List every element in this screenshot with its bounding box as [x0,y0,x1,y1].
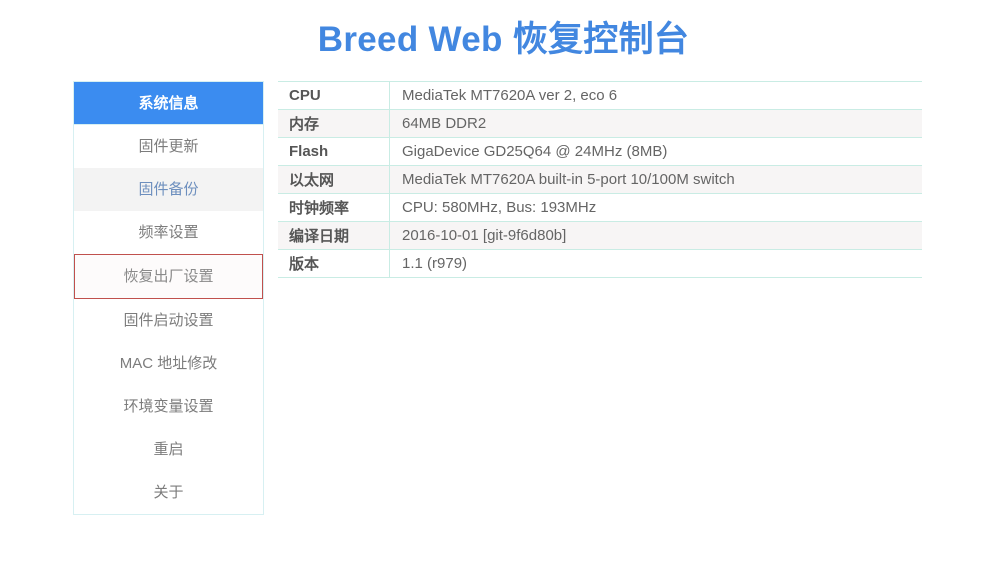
sidebar-item-mac-address[interactable]: MAC 地址修改 [74,342,263,385]
page-root: Breed Web 恢复控制台 系统信息固件更新固件备份频率设置恢复出厂设置 固件… [0,0,1007,582]
table-cell-value: 2016-10-01 [git-9f6d80b] [389,221,922,250]
table-cell-key: 编译日期 [278,221,390,250]
sidebar-item-boot-settings[interactable]: 固件启动设置 [74,299,263,342]
sidebar-item-label: 重启 [153,441,184,458]
table-row: 以太网 MediaTek MT7620A built-in 5-port 10/1… [278,165,922,194]
sidebar-item-firmware-backup[interactable]: 固件备份 [74,168,263,211]
sidebar-item-label: MAC 地址修改 [119,355,218,372]
sidebar-item-system-info[interactable]: 系统信息 [74,82,263,125]
sidebar-item-label: 关于 [153,484,184,501]
table-cell-value: 64MB DDR2 [389,109,922,138]
sidebar-item-firmware-update[interactable]: 固件更新 [74,125,263,168]
table-cell-value: MediaTek MT7620A built-in 5-port 10/100M… [389,165,922,194]
sidebar-item-reboot[interactable]: 重启 [74,428,263,471]
sidebar-item-label: 恢复出厂设置 [123,268,214,285]
sidebar-item-label: 环境变量设置 [123,398,214,415]
table-cell-key: 版本 [278,249,390,278]
table-cell-value: GigaDevice GD25Q64 @ 24MHz (8MB) [389,137,922,166]
sidebar-item-clock-settings[interactable]: 频率设置 [74,211,263,254]
table-row: Flash GigaDevice GD25Q64 @ 24MHz (8MB) [278,137,922,166]
page-title: Breed Web 恢复控制台 [317,20,690,59]
sidebar-item-label: 频率设置 [138,224,199,241]
table-row: 版本 1.1 (r979) [278,249,922,278]
table-cell-key: Flash [278,137,390,166]
sidebar-item-label: 系统信息 [138,95,199,112]
table-cell-value: 1.1 (r979) [389,249,922,278]
table-row: 内存 64MB DDR2 [278,109,922,138]
table-row: 编译日期 2016-10-01 [git-9f6d80b] [278,221,922,250]
table-row: CPU MediaTek MT7620A ver 2, eco 6 [278,81,922,110]
sidebar-nav: 系统信息固件更新固件备份频率设置恢复出厂设置 固件启动设置 MAC 地址修改 环境变量… [73,81,264,515]
sidebar-item-label: 固件备份 [138,181,199,198]
sidebar-item-environment-vars[interactable]: 环境变量设置 [74,385,263,428]
sidebar-item-about[interactable]: 关于 [74,471,263,514]
table-cell-value: MediaTek MT7620A ver 2, eco 6 [389,81,922,110]
table-cell-key: 内存 [278,109,390,138]
table-cell-key: 时钟频率 [278,193,390,222]
sidebar-item-factory-reset[interactable]: 恢复出厂设置 [74,254,263,299]
sidebar-item-label: 固件启动设置 [123,312,214,329]
table-row: 时钟频率 CPU: 580MHz, Bus: 193MHz [278,193,922,222]
system-info-table: CPU MediaTek MT7620A ver 2, eco 6 内存 64MB D… [278,81,922,278]
table-cell-key: CPU [278,81,390,110]
sidebar-item-label: 固件更新 [138,138,199,155]
table-cell-key: 以太网 [278,165,390,194]
table-cell-value: CPU: 580MHz, Bus: 193MHz [389,193,922,222]
